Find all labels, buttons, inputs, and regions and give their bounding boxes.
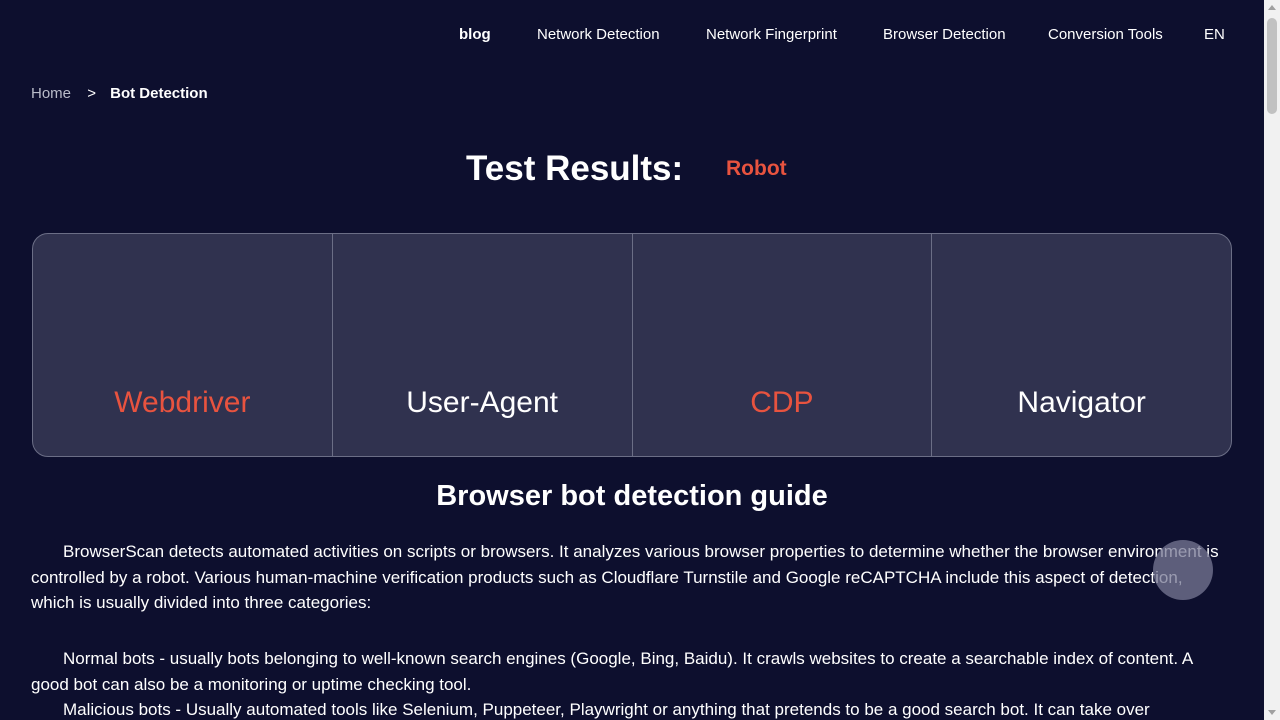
nav-network-detection[interactable]: Network Detection [537,26,660,43]
language-selector[interactable]: EN [1204,26,1225,43]
guide-paragraph-intro: BrowserScan detects automated activities… [31,542,1219,612]
card-cdp: CDP [633,234,933,456]
top-nav: blog Network Detection Network Fingerpri… [0,26,1264,48]
card-cdp-label: CDP [750,386,814,419]
floating-action-button[interactable] [1153,540,1213,600]
test-results-title: Test Results: [466,149,684,188]
test-results-value: Robot [726,157,787,180]
page-scrollbar[interactable] [1264,0,1280,720]
card-webdriver: Webdriver [33,234,333,456]
card-navigator: Navigator [932,234,1231,456]
scroll-down-arrow-icon[interactable] [1268,710,1276,715]
breadcrumb-home-link[interactable]: Home [31,85,71,102]
guide-paragraph-malicious-bots: Malicious bots - Usually automated tools… [63,700,1150,719]
card-user-agent: User-Agent [333,234,633,456]
breadcrumb: Home > Bot Detection [31,85,208,102]
nav-network-fingerprint[interactable]: Network Fingerprint [706,26,837,43]
breadcrumb-separator: > [87,85,96,102]
detection-cards: Webdriver User-Agent CDP Navigator [32,233,1232,457]
scroll-up-arrow-icon[interactable] [1268,5,1276,10]
nav-conversion-tools[interactable]: Conversion Tools [1048,26,1163,43]
nav-browser-detection[interactable]: Browser Detection [883,26,1006,43]
card-user-agent-label: User-Agent [406,386,558,419]
nav-blog[interactable]: blog [459,26,491,43]
card-navigator-label: Navigator [1017,386,1146,419]
guide-paragraph-normal-bots: Normal bots - usually bots belonging to … [31,649,1193,694]
guide-title: Browser bot detection guide [436,480,828,512]
scrollbar-thumb[interactable] [1267,18,1277,114]
card-webdriver-label: Webdriver [114,386,251,419]
breadcrumb-current: Bot Detection [110,85,208,102]
